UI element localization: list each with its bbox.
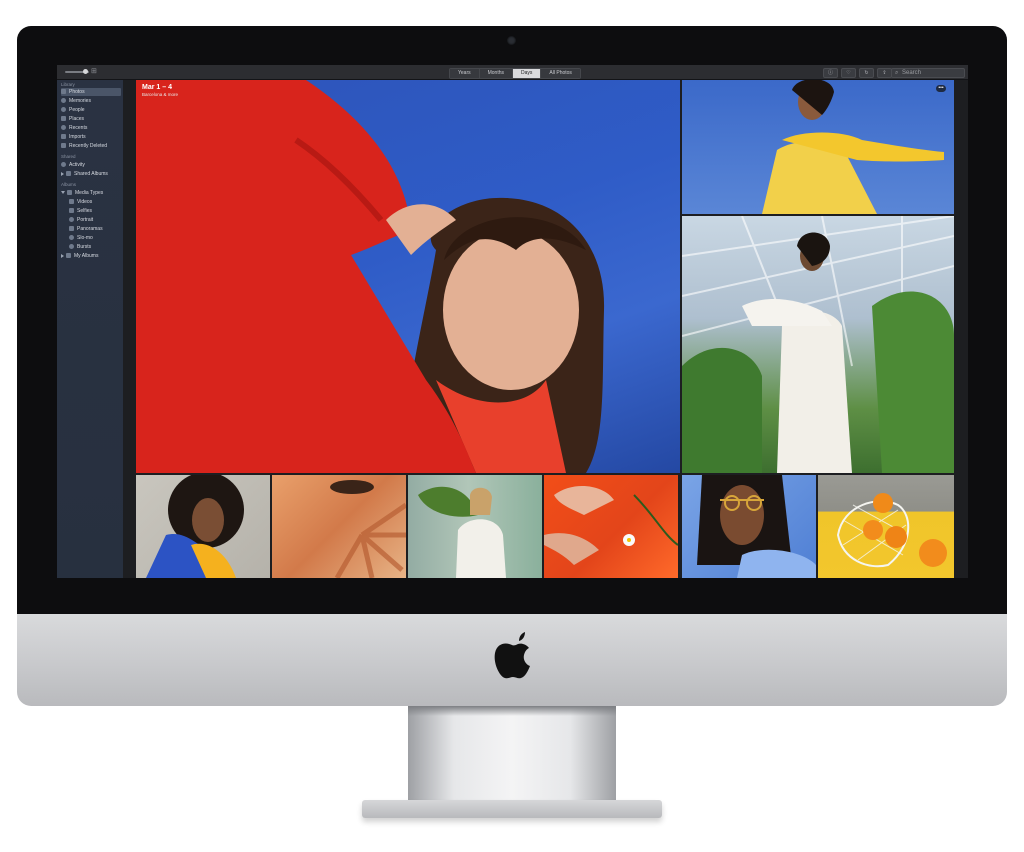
info-button[interactable]: ⓘ xyxy=(823,68,838,78)
toolbar: ⊞ Years Months Days All Photos ⓘ ♡ ↻ ⇪ ⌕… xyxy=(57,65,968,80)
apple-logo-icon xyxy=(494,632,530,679)
share-button[interactable]: ⇪ xyxy=(877,68,892,78)
segment-days[interactable]: Days xyxy=(512,69,541,78)
photo-greenhouse-illustration xyxy=(682,216,954,473)
stand-shadow xyxy=(408,706,616,716)
thumbnail-3-illustration xyxy=(418,486,506,578)
sidebar-item-people[interactable]: People xyxy=(61,106,121,114)
sidebar-item-media-types[interactable]: Media Types xyxy=(61,189,121,197)
sidebar-item-videos[interactable]: Videos xyxy=(69,198,121,206)
sidebar-item-memories[interactable]: Memories xyxy=(61,97,121,105)
photo-yellow-illustration xyxy=(762,80,944,214)
thumbnail-oranges-net-bag[interactable] xyxy=(818,475,954,578)
search-input[interactable]: ⌕ Search xyxy=(891,68,965,78)
sidebar-item-shared-albums[interactable]: Shared Albums xyxy=(61,170,121,178)
portrait-icon xyxy=(69,217,74,223)
sidebar-item-selfies[interactable]: Selfies xyxy=(69,207,121,215)
segment-years[interactable]: Years xyxy=(450,69,479,78)
sidebar-item-recents[interactable]: Recents xyxy=(61,124,121,132)
recents-icon xyxy=(61,125,66,131)
thumbnail-braids-glasses[interactable] xyxy=(682,475,816,578)
video-icon xyxy=(69,199,74,205)
places-icon xyxy=(61,116,66,122)
imports-icon xyxy=(61,134,66,140)
chevron-right-icon xyxy=(61,171,64,176)
zoom-slider-knob[interactable] xyxy=(83,69,88,74)
sidebar-item-bursts[interactable]: Bursts xyxy=(69,243,121,251)
moment-header: Mar 1 – 4 Barcelona & more xyxy=(142,84,178,97)
bursts-icon xyxy=(69,244,74,250)
sidebar-item-slo-mo[interactable]: Slo-mo xyxy=(69,234,121,242)
moment-location: Barcelona & more xyxy=(142,92,179,97)
chevron-right-icon xyxy=(61,253,64,258)
grid-icon[interactable]: ⊞ xyxy=(91,67,97,75)
view-segmented-control: Years Months Days All Photos xyxy=(449,68,581,79)
sidebar-item-imports[interactable]: Imports xyxy=(61,133,121,141)
shared-albums-icon xyxy=(66,171,71,177)
folder-icon xyxy=(66,253,71,259)
more-icon[interactable]: ••• xyxy=(936,85,946,92)
imac-foot xyxy=(362,800,662,818)
photo-main-illustration xyxy=(136,80,605,473)
sidebar-item-places[interactable]: Places xyxy=(61,115,121,123)
thumbnail-curly-hair[interactable] xyxy=(136,475,270,578)
segment-all-photos[interactable]: All Photos xyxy=(540,69,580,78)
photo-main-red-sweater[interactable]: Mar 1 – 4 Barcelona & more xyxy=(136,80,680,473)
rotate-button[interactable]: ↻ xyxy=(859,68,874,78)
sidebar-item-activity[interactable]: Activity xyxy=(61,161,121,169)
sidebar-heading-shared: Shared xyxy=(61,154,76,159)
sidebar-heading-library: Library xyxy=(61,82,75,87)
people-icon xyxy=(61,107,66,113)
slo-mo-icon xyxy=(69,235,74,241)
sidebar: Library Photos Memories People Places Re… xyxy=(57,80,123,578)
favorite-button[interactable]: ♡ xyxy=(841,68,856,78)
thumbnail-5-illustration xyxy=(697,475,816,578)
camera-icon xyxy=(507,36,516,45)
panorama-icon xyxy=(69,226,74,232)
search-icon: ⌕ xyxy=(895,70,899,76)
selfie-icon xyxy=(69,208,74,214)
thumbnail-1-illustration xyxy=(146,475,244,578)
folder-icon xyxy=(67,190,72,196)
photos-app-window: ⊞ Years Months Days All Photos ⓘ ♡ ↻ ⇪ ⌕… xyxy=(57,65,968,578)
sidebar-item-photos[interactable]: Photos xyxy=(61,88,121,96)
thumbnail-orange-hands-daisy[interactable] xyxy=(544,475,678,578)
segment-months[interactable]: Months xyxy=(478,69,513,78)
trash-icon xyxy=(61,143,66,149)
thumbnail-6-illustration xyxy=(836,493,947,568)
sidebar-heading-albums: Albums xyxy=(61,182,77,187)
photos-icon xyxy=(61,89,66,95)
search-placeholder: Search xyxy=(902,70,922,76)
thumbnail-2-illustration xyxy=(330,480,406,578)
activity-icon xyxy=(61,162,66,168)
chevron-down-icon xyxy=(61,191,65,195)
sidebar-item-recently-deleted[interactable]: Recently Deleted xyxy=(61,142,121,150)
imac-stand xyxy=(408,706,616,806)
memories-icon xyxy=(61,98,66,104)
photo-grid: Mar 1 – 4 Barcelona & more ••• xyxy=(136,80,968,578)
photo-greenhouse[interactable] xyxy=(682,216,954,473)
thumbnail-4-illustration xyxy=(544,485,678,565)
sidebar-item-my-albums[interactable]: My Albums xyxy=(61,252,121,260)
sidebar-item-panoramas[interactable]: Panoramas xyxy=(69,225,121,233)
photo-yellow-dress[interactable]: ••• xyxy=(682,80,954,214)
moment-date: Mar 1 – 4 xyxy=(142,84,172,91)
thumbnail-flowers-jacket[interactable] xyxy=(408,475,542,578)
sidebar-item-portrait[interactable]: Portrait xyxy=(69,216,121,224)
thumbnail-sun-shadow-face[interactable] xyxy=(272,475,406,578)
